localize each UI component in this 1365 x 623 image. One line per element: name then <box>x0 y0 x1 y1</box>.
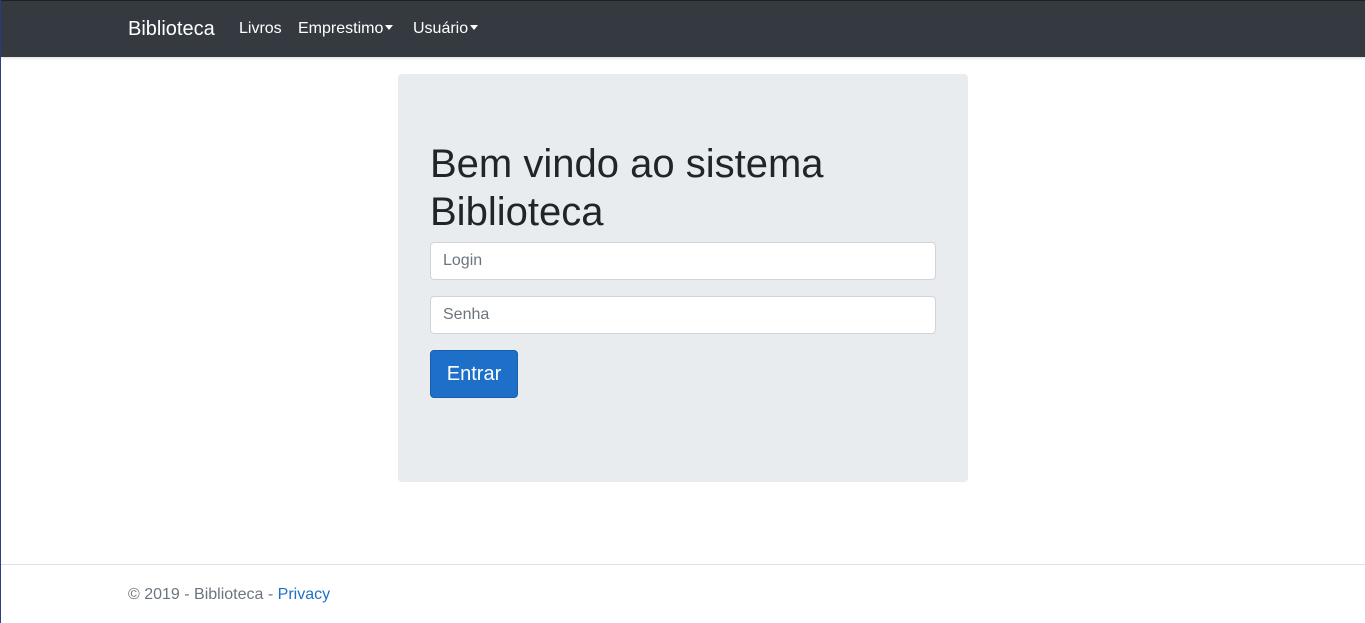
nav-item-label: Usuário <box>413 20 469 37</box>
page-title-line2: Biblioteca <box>430 190 604 234</box>
footer-text: © 2019 - Biblioteca - Privacy <box>128 586 330 604</box>
caret-down-icon <box>470 25 479 30</box>
privacy-link[interactable]: Privacy <box>278 586 330 603</box>
caret-down-icon <box>385 25 394 30</box>
entrar-button[interactable]: Entrar <box>430 350 518 398</box>
nav-item-label: Livros <box>239 20 282 37</box>
nav-item-usuario-dropdown[interactable]: Usuário <box>413 19 479 39</box>
copyright-text: © 2019 - Biblioteca - <box>128 586 278 603</box>
page: Biblioteca Livros Emprestimo Usuário Bem… <box>0 0 1365 623</box>
nav-item-livros[interactable]: Livros <box>239 19 282 39</box>
login-panel: Bem vindo ao sistema Biblioteca Entrar <box>398 74 968 482</box>
top-navbar: Biblioteca Livros Emprestimo Usuário <box>1 0 1365 57</box>
page-title-line1: Bem vindo ao sistema <box>430 142 824 186</box>
footer: © 2019 - Biblioteca - Privacy <box>1 564 1365 623</box>
page-title: Bem vindo ao sistema Biblioteca <box>430 140 940 236</box>
nav-item-emprestimo-dropdown[interactable]: Emprestimo <box>298 19 394 39</box>
login-input[interactable] <box>430 242 936 280</box>
senha-input[interactable] <box>430 296 936 334</box>
nav-item-label: Emprestimo <box>298 20 384 37</box>
brand-link[interactable]: Biblioteca <box>128 18 215 40</box>
